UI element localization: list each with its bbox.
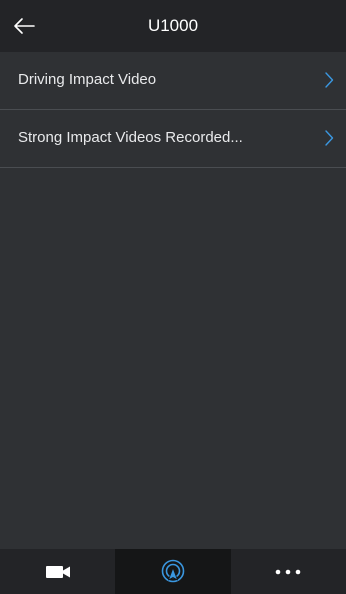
- location-signal-icon: [161, 559, 185, 582]
- tab-video[interactable]: [0, 549, 115, 594]
- list-item-strong-impact-videos[interactable]: Strong Impact Videos Recorded...: [0, 110, 346, 168]
- screen: U1000 Driving Impact Video Strong Impact…: [0, 0, 346, 594]
- header-bar: U1000: [0, 0, 346, 52]
- tab-more[interactable]: [231, 549, 346, 594]
- tab-location[interactable]: [115, 549, 231, 594]
- bottom-tab-bar: [0, 549, 346, 594]
- chevron-right-icon: [325, 72, 334, 88]
- list-item-label: Strong Impact Videos Recorded...: [18, 129, 243, 146]
- video-camera-icon: [45, 565, 70, 578]
- chevron-right-icon: [325, 130, 334, 146]
- list-item-label: Driving Impact Video: [18, 71, 157, 88]
- page-title: U1000: [147, 16, 199, 35]
- more-dots-icon: [276, 569, 301, 574]
- settings-list: Driving Impact Video Strong Impact Video…: [0, 52, 346, 168]
- list-item-driving-impact-video[interactable]: Driving Impact Video: [0, 52, 346, 110]
